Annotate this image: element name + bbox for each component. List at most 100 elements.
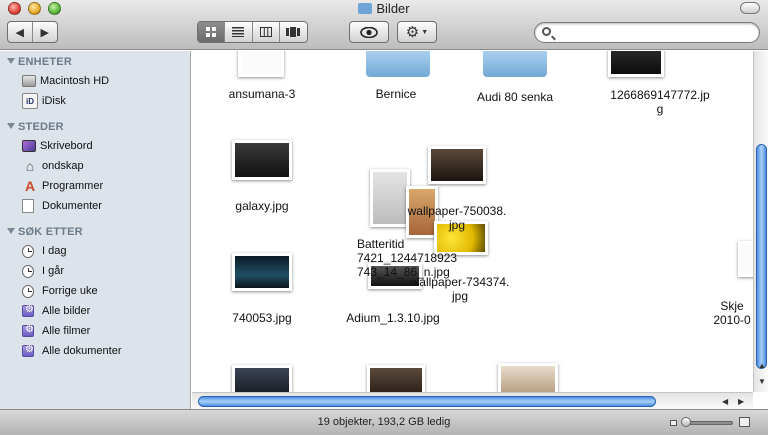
sidebar-item-i-dag[interactable]: I dag [22,242,66,260]
status-text: 19 objekter, 193,2 GB ledig [317,416,451,428]
file-label[interactable]: Bernice [346,87,446,101]
sidebar-item-programmer[interactable]: A Programmer [22,177,103,195]
search-field[interactable] [534,22,760,43]
icon-size-slider-knob[interactable] [681,417,691,427]
file-label-line: Batteritid [357,237,405,251]
sidebar-item-label: Dokumenter [42,200,102,212]
column-view-button[interactable] [253,22,280,42]
disclosure-triangle-icon [7,58,15,64]
view-mode-control [197,21,308,43]
sidebar-item-skrivebord[interactable]: Skrivebord [22,137,93,155]
back-arrow-icon: ◀ [15,26,24,39]
dragged-file-label: Batteritid 7421_1244718923 743_14_86_n.j… [357,237,477,279]
sidebar-item-label: ondskap [42,160,84,172]
search-icon [542,27,551,36]
file-label[interactable]: Adium_1.3.10.jpg [333,311,453,325]
scroll-right-arrow-icon[interactable]: ▶ [738,397,744,406]
list-view-button[interactable] [225,22,253,42]
cover-flow-button[interactable] [280,22,307,42]
quick-look-button[interactable] [349,21,389,43]
sidebar-item-idisk[interactable]: iD iDisk [22,92,66,110]
sidebar-item-ondskap[interactable]: ⌂ ondskap [22,157,84,175]
file-label[interactable]: ansumana-3 [212,87,312,101]
file-thumbnail[interactable] [232,140,292,180]
sidebar-item-macintosh-hd[interactable]: Macintosh HD [22,72,109,90]
window-title: Bilder [0,1,768,16]
dragged-file-label: wallpaper-734374. jpg [390,275,530,303]
back-button[interactable]: ◀ [8,22,33,42]
horizontal-scroll-thumb[interactable] [198,396,656,407]
file-label[interactable]: 1266869147772.jp g [595,88,725,116]
small-icon-size-icon [670,420,677,426]
sidebar-item-label: Skrivebord [40,140,93,152]
clock-icon [22,284,34,298]
forward-button[interactable]: ▶ [33,22,57,42]
window-title-text: Bilder [376,1,410,16]
sidebar-item-dokumenter[interactable]: Dokumenter [22,197,102,215]
file-label-line: 1266869147772.jp [610,88,710,102]
file-thumbnail[interactable] [367,365,425,392]
file-thumbnail[interactable] [238,51,284,77]
file-thumbnail[interactable] [608,51,664,77]
large-icon-size-icon [739,417,750,427]
sidebar-item-label: Forrige uke [42,285,98,297]
hard-drive-icon [22,75,36,87]
vertical-scrollbar[interactable]: ▲ ▼ [753,51,768,392]
window-toolbar: Bilder ◀ ▶ ⚙ ▼ [0,0,768,50]
file-label-line: Skje [720,299,744,313]
sidebar-item-i-gar[interactable]: I går [22,262,64,280]
folder-icon[interactable] [483,51,547,77]
sidebar-item-alle-filmer[interactable]: Alle filmer [22,322,90,340]
file-label-line: 7421_1244718923 [357,251,458,265]
list-view-icon [232,27,245,37]
back-forward-control: ◀ ▶ [7,21,58,43]
applications-icon: A [24,178,36,194]
clock-icon [22,244,34,258]
file-label-line: wallpaper-750038. [407,204,507,218]
sidebar-item-label: Macintosh HD [40,75,110,87]
horizontal-scrollbar[interactable]: ◀ ▶ [192,392,753,409]
scroll-left-arrow-icon[interactable]: ◀ [722,397,728,406]
sidebar-item-label: iDisk [42,95,66,107]
forward-arrow-icon: ▶ [40,26,49,39]
file-thumbnail[interactable] [738,241,753,277]
file-label[interactable]: Skje 2010-0 [702,299,753,327]
sidebar-section-devices[interactable]: ENHETER [7,56,72,68]
sidebar-item-label: Alle filmer [42,325,91,337]
action-menu-button[interactable]: ⚙ ▼ [397,21,437,43]
sidebar-item-alle-dokumenter[interactable]: Alle dokumenter [22,342,122,360]
dragged-file-thumbnail[interactable] [428,146,486,184]
file-label-line: g [656,102,664,116]
status-bar: 19 objekter, 193,2 GB ledig [0,409,768,435]
folder-icon[interactable] [366,51,430,77]
file-thumbnail[interactable] [232,253,292,291]
cover-flow-icon [286,27,301,37]
sidebar: ENHETER Macintosh HD iD iDisk STEDER Skri… [0,51,191,409]
search-input[interactable] [555,25,751,40]
sidebar-section-search[interactable]: SØK ETTER [7,226,83,238]
sidebar-section-places[interactable]: STEDER [7,121,64,133]
file-label[interactable]: 740053.jpg [212,311,312,325]
sidebar-item-label: Alle bilder [42,305,91,317]
toolbar-toggle-button[interactable] [740,2,760,14]
icon-view-icon [206,27,217,37]
folder-icon [358,3,373,14]
vertical-scroll-thumb[interactable] [756,144,767,369]
file-thumbnail[interactable] [232,365,292,392]
sidebar-item-forrige-uke[interactable]: Forrige uke [22,282,98,300]
icon-view-button[interactable] [198,22,226,42]
sidebar-item-label: Alle dokumenter [42,345,122,357]
home-icon: ⌂ [25,158,35,174]
scroll-up-arrow-icon[interactable]: ▲ [758,361,766,370]
sidebar-item-alle-bilder[interactable]: Alle bilder [22,302,90,320]
file-label[interactable]: galaxy.jpg [212,199,312,213]
file-label[interactable]: Audi 80 senka [460,90,570,104]
file-icon-view[interactable]: ansumana-3 Bernice Audi 80 senka 1266869… [192,51,753,392]
column-view-icon [259,27,272,37]
eye-icon [360,26,378,38]
scroll-down-arrow-icon[interactable]: ▼ [758,377,766,386]
file-thumbnail[interactable] [498,363,558,392]
disclosure-triangle-icon [7,228,15,234]
sidebar-item-label: I går [42,265,65,277]
smart-folder-icon [22,304,34,317]
